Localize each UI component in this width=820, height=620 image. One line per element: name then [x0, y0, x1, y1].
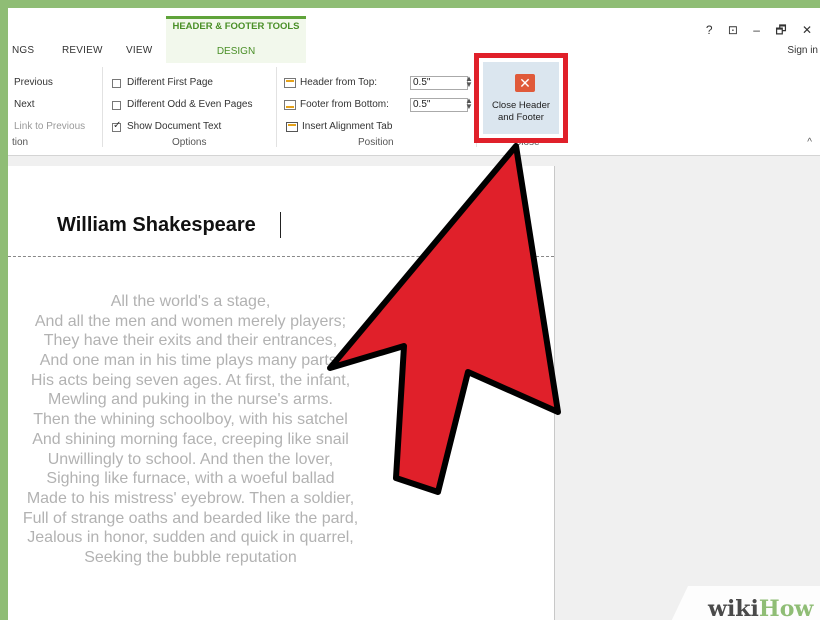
body-line: Jealous in honor, sudden and quick in qu… — [27, 529, 354, 547]
group-divider — [102, 67, 103, 147]
header-boundary-line — [8, 256, 554, 257]
restore-icon[interactable]: 🗗 — [775, 21, 786, 42]
ribbon-tab-bar: NGS REVIEW VIEW HEADER & FOOTER TOOLS DE… — [8, 8, 820, 63]
body-line: They have their exits and their entrance… — [43, 332, 338, 350]
document-body: All the world's a stage, And all the men… — [8, 292, 523, 568]
body-line: Seeking the bubble reputation — [84, 548, 297, 566]
show-document-text-checkbox[interactable] — [112, 120, 121, 132]
footer-from-bottom-input[interactable]: 0.5" — [410, 98, 468, 112]
navigation-group-label: tion — [12, 137, 29, 148]
close-x-icon: ✕ — [515, 74, 535, 92]
window-controls: ? ⊡ – 🗗 ✕ — [694, 21, 812, 42]
body-line: Then the whining schoolboy, with his sat… — [33, 411, 348, 429]
insert-alignment-tab-button[interactable]: Insert Alignment Tab — [302, 121, 392, 132]
body-line: And one man in his time plays many parts… — [39, 352, 342, 370]
different-odd-even-checkbox[interactable] — [112, 101, 121, 110]
close-window-icon[interactable]: ✕ — [802, 23, 812, 37]
close-button-label: Close Header and Footer — [483, 100, 559, 124]
alignment-tab-icon — [286, 122, 298, 132]
header-text[interactable]: William Shakespeare — [57, 214, 256, 237]
close-button-face: ✕ Close Header and Footer — [483, 62, 559, 134]
minimize-icon[interactable]: – — [753, 23, 760, 37]
header-position-icon — [284, 78, 296, 88]
footer-from-bottom-label: Footer from Bottom: — [300, 99, 389, 110]
footer-position-icon — [284, 100, 296, 110]
body-line: Made to his mistress' eyebrow. Then a so… — [26, 489, 355, 507]
collapse-ribbon-icon[interactable]: ^ — [807, 137, 812, 148]
text-cursor — [280, 212, 281, 238]
document-page[interactable]: William Shakespeare All the world's a st… — [8, 166, 555, 620]
previous-button[interactable]: Previous — [14, 77, 53, 88]
sign-in-link[interactable]: Sign in — [787, 45, 818, 56]
header-spin-arrows-icon[interactable]: ▲ ▼ — [465, 75, 473, 89]
different-first-page-checkbox[interactable] — [112, 79, 121, 88]
context-group-label: HEADER & FOOTER TOOLS — [172, 21, 300, 32]
body-line: Sighing like furnace, with a woeful ball… — [46, 470, 335, 488]
position-group-label: Position — [358, 137, 394, 148]
different-first-page-label: Different First Page — [127, 77, 213, 88]
different-odd-even-label: Different Odd & Even Pages — [127, 99, 253, 110]
close-label-line1: Close Header — [491, 100, 551, 111]
header-from-top-label: Header from Top: — [300, 77, 378, 88]
header-footer-tools-group: HEADER & FOOTER TOOLS DESIGN — [166, 16, 306, 63]
body-line: All the world's a stage, — [110, 293, 271, 310]
tab-mailings[interactable]: NGS — [12, 45, 34, 56]
body-line: His acts being seven ages. At first, the… — [30, 371, 351, 389]
link-to-previous-button[interactable]: Link to Previous — [14, 121, 85, 132]
tab-design[interactable]: DESIGN — [166, 46, 306, 57]
watermark-wiki: wiki — [708, 596, 759, 620]
close-label-line2: and Footer — [498, 112, 544, 123]
wikihow-watermark: wikiHow — [708, 596, 813, 620]
show-document-text-label: Show Document Text — [127, 121, 222, 132]
options-group-label: Options — [172, 137, 207, 148]
body-line: Full of strange oaths and bearded like t… — [22, 509, 359, 527]
footer-spin-arrows-icon[interactable]: ▲ ▼ — [465, 97, 473, 111]
body-line: And shining morning face, creeping like … — [32, 430, 349, 448]
body-line: Unwillingly to school. And then the love… — [47, 450, 334, 468]
next-button[interactable]: Next — [14, 99, 35, 110]
help-icon[interactable]: ? — [706, 23, 713, 37]
watermark-how: How — [758, 596, 814, 620]
ribbon-display-icon[interactable]: ⊡ — [728, 23, 738, 37]
tab-view[interactable]: VIEW — [126, 45, 152, 56]
body-line: Mewling and puking in the nurse's arms. — [48, 391, 333, 409]
body-line: And all the men and women merely players… — [34, 312, 347, 330]
header-from-top-input[interactable]: 0.5" — [410, 76, 468, 90]
word-window: NGS REVIEW VIEW HEADER & FOOTER TOOLS DE… — [8, 8, 820, 620]
close-header-footer-button[interactable]: ✕ Close Header and Footer — [474, 53, 568, 143]
group-divider — [276, 67, 277, 147]
tab-review[interactable]: REVIEW — [62, 45, 103, 56]
ribbon-design-panel: Previous Next Link to Previous tion Diff… — [8, 63, 820, 156]
